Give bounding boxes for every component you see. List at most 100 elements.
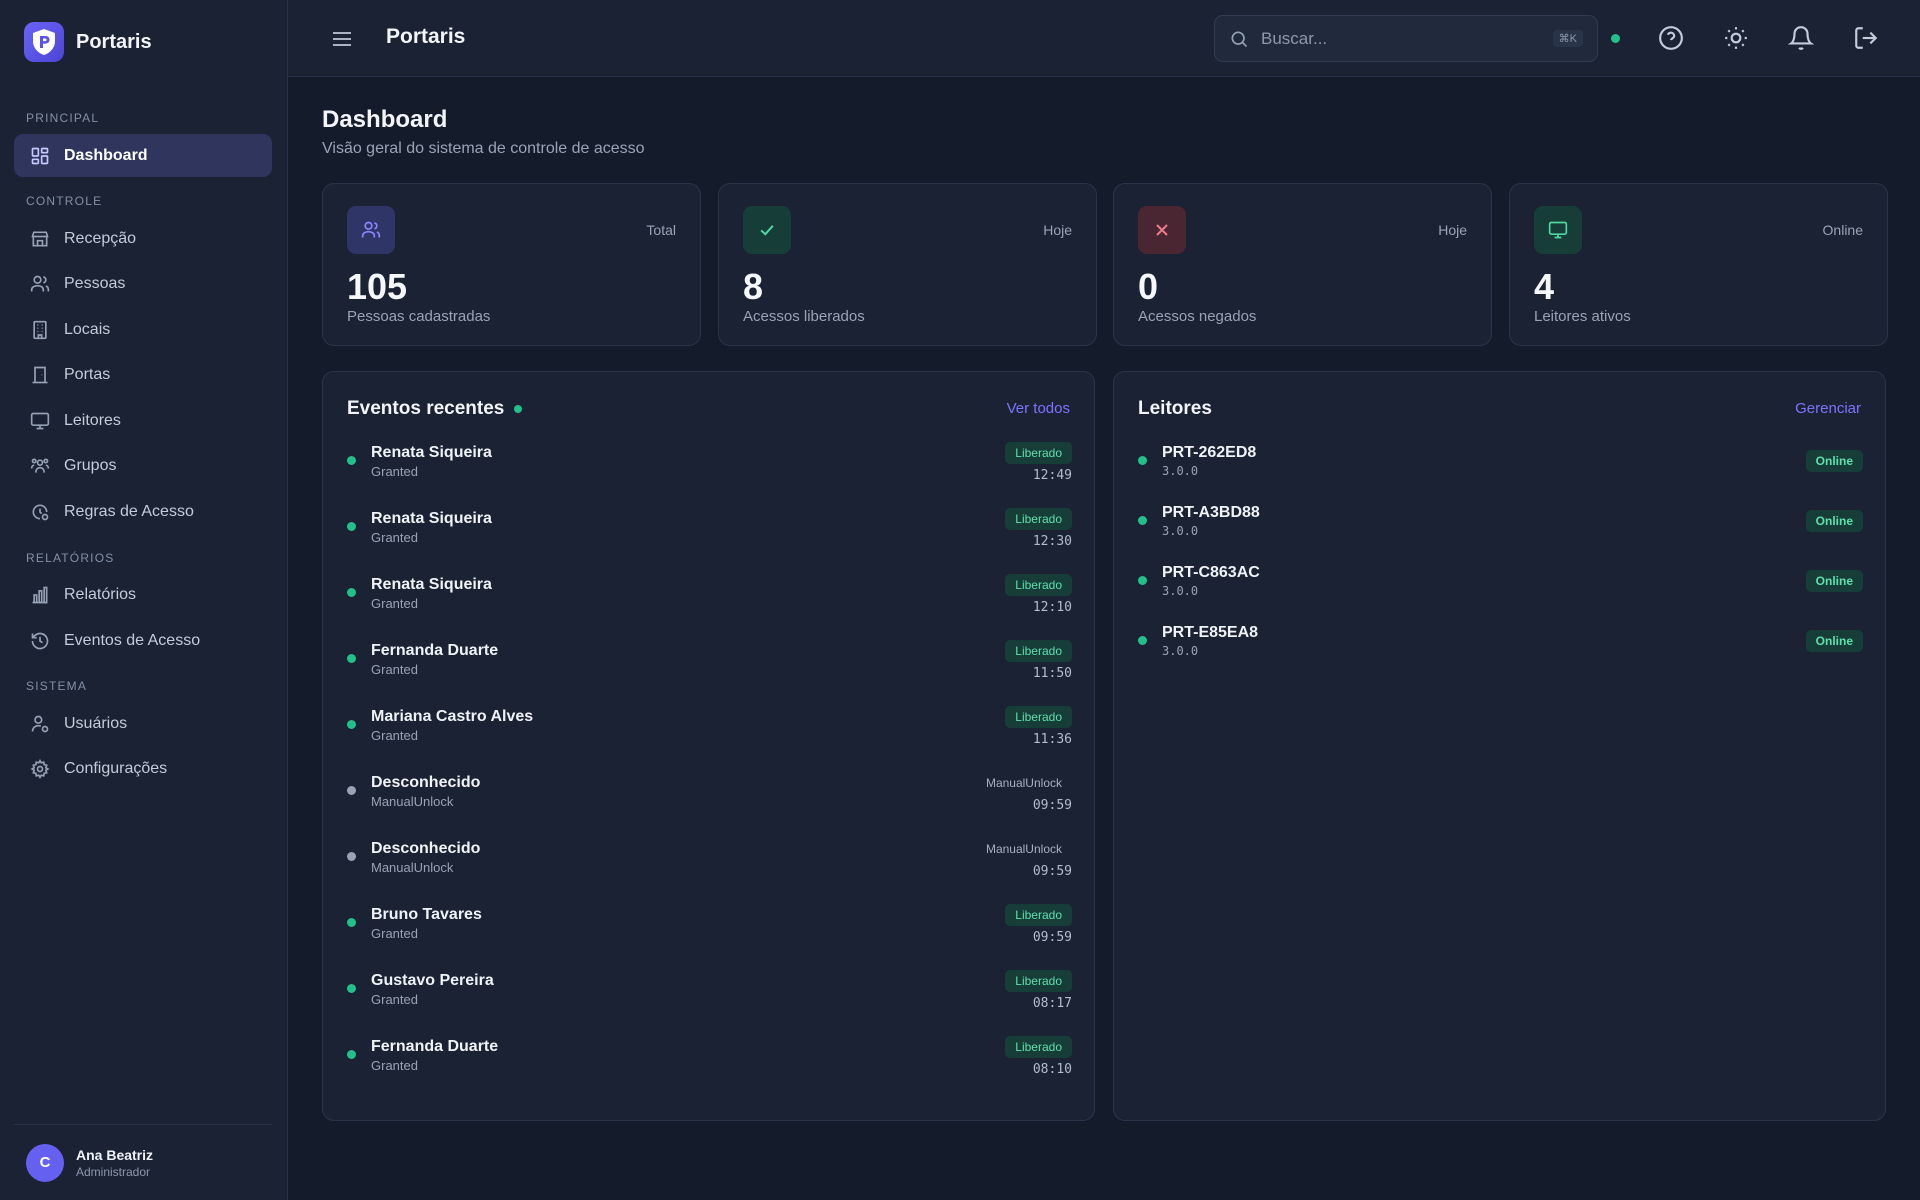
user-profile[interactable]: C Ana Beatriz Administrador: [14, 1124, 272, 1200]
event-row[interactable]: Renata Siqueira Granted Liberado 12:10: [347, 570, 1072, 624]
panel-title: Eventos recentes: [347, 398, 523, 420]
sidebar-item-locais[interactable]: Locais: [14, 308, 272, 351]
event-status-dot: [347, 588, 356, 597]
sidebar-item-pessoas[interactable]: Pessoas: [14, 263, 272, 306]
logout-button[interactable]: [1853, 25, 1879, 51]
event-type: Granted: [371, 662, 418, 677]
event-row[interactable]: Renata Siqueira Granted Liberado 12:30: [347, 504, 1072, 558]
bar-chart-icon: [32, 586, 48, 604]
stat-card-acessos-negados[interactable]: Hoje 0 Acessos negados: [1113, 183, 1492, 346]
search-input[interactable]: [1261, 28, 1553, 49]
sidebar-item-usuarios[interactable]: Usuários: [14, 702, 272, 745]
dashboard-icon: [31, 147, 49, 164]
sidebar-item-label: Locais: [64, 320, 111, 338]
event-time: 09:59: [1032, 930, 1072, 945]
notifications-button[interactable]: [1787, 25, 1815, 51]
group-icon: [30, 458, 50, 474]
brand[interactable]: Portaris: [24, 22, 152, 62]
hamburger-icon: [333, 32, 351, 46]
event-person-name: Mariana Castro Alves: [371, 708, 534, 725]
nav-section-principal: PRINCIPAL: [26, 111, 100, 125]
event-person-name: Renata Siqueira: [371, 444, 492, 461]
help-button[interactable]: [1658, 25, 1684, 51]
sidebar-item-relatorios[interactable]: Relatórios: [14, 574, 272, 617]
event-person-name: Gustavo Pereira: [371, 972, 494, 989]
search-icon: [1231, 31, 1248, 47]
sidebar-item-dashboard[interactable]: Dashboard: [14, 134, 272, 177]
sidebar-item-label: Eventos de Acesso: [64, 631, 201, 649]
recent-events-title: Eventos recentes: [347, 398, 505, 419]
reader-row[interactable]: PRT-C863AC 3.0.0 Online: [1138, 558, 1863, 608]
event-row[interactable]: Desconhecido ManualUnlock ManualUnlock 0…: [347, 834, 1072, 888]
event-status-dot: [347, 1050, 356, 1059]
search-shortcut-hint: ⌘K: [1552, 30, 1583, 47]
event-row[interactable]: Desconhecido ManualUnlock ManualUnlock 0…: [347, 768, 1072, 822]
event-row[interactable]: Fernanda Duarte Granted Liberado 11:50: [347, 636, 1072, 690]
event-row[interactable]: Renata Siqueira Granted Liberado 12:49: [347, 438, 1072, 492]
stat-card-pessoas[interactable]: Total 105 Pessoas cadastradas: [322, 183, 701, 346]
search-box[interactable]: ⌘K: [1214, 15, 1598, 62]
view-all-link[interactable]: Ver todos: [1007, 400, 1070, 417]
reader-status-badge: Online: [1805, 510, 1863, 532]
manage-readers-link[interactable]: Gerenciar: [1795, 400, 1861, 417]
users-icon: [361, 221, 381, 238]
stat-value: 4: [1534, 266, 1555, 307]
theme-toggle-button[interactable]: [1723, 25, 1749, 51]
event-status-badge: Liberado: [1005, 970, 1072, 992]
reader-row[interactable]: PRT-A3BD88 3.0.0 Online: [1138, 498, 1863, 548]
stat-card-leitores-ativos[interactable]: Online 4 Leitores ativos: [1509, 183, 1888, 346]
event-time: 08:10: [1032, 1062, 1072, 1077]
event-time: 09:59: [1032, 864, 1072, 879]
history-icon: [31, 632, 49, 649]
reader-name: PRT-E85EA8: [1162, 624, 1259, 641]
reader-row[interactable]: PRT-E85EA8 3.0.0 Online: [1138, 618, 1863, 668]
stat-tag: Hoje: [1438, 222, 1467, 238]
reader-name: PRT-262ED8: [1162, 444, 1257, 461]
sidebar-item-grupos[interactable]: Grupos: [14, 445, 272, 488]
event-time: 08:17: [1032, 996, 1072, 1011]
user-cog-icon: [31, 715, 49, 732]
event-row[interactable]: Mariana Castro Alves Granted Liberado 11…: [347, 702, 1072, 756]
event-person-name: Fernanda Duarte: [371, 642, 499, 659]
sidebar-item-configuracoes[interactable]: Configurações: [14, 748, 272, 791]
nav-section-controle: CONTROLE: [26, 194, 103, 208]
reader-status-badge: Online: [1805, 630, 1863, 652]
sidebar-item-eventos-de-acesso[interactable]: Eventos de Acesso: [14, 619, 272, 662]
menu-toggle-button[interactable]: [330, 27, 354, 51]
event-row[interactable]: Bruno Tavares Granted Liberado 09:59: [347, 900, 1072, 954]
stat-label: Leitores ativos: [1534, 308, 1631, 325]
sidebar-item-label: Dashboard: [64, 146, 148, 164]
sidebar-item-leitores[interactable]: Leitores: [14, 399, 272, 442]
event-time: 12:30: [1032, 534, 1072, 549]
reader-status-dot: [1138, 456, 1147, 465]
event-time: 11:50: [1032, 666, 1072, 681]
sidebar-item-portas[interactable]: Portas: [14, 354, 272, 397]
stat-tag: Hoje: [1043, 222, 1072, 238]
sidebar-item-label: Leitores: [64, 411, 121, 429]
nav-section-sistema: SISTEMA: [26, 679, 88, 694]
event-time: 09:59: [1032, 798, 1072, 813]
sidebar-item-regras-de-acesso[interactable]: Regras de Acesso: [14, 491, 272, 534]
stat-label: Acessos negados: [1138, 308, 1257, 325]
event-status-badge: Liberado: [1005, 1036, 1072, 1058]
event-row[interactable]: Fernanda Duarte Granted Liberado 08:10: [347, 1032, 1072, 1086]
readers-panel: Leitores Gerenciar PRT-262ED8 3.0.0 Onli…: [1113, 371, 1886, 1121]
sidebar-item-recepcao[interactable]: Recepção: [14, 217, 272, 260]
readers-title: Leitores: [1138, 398, 1212, 419]
page-subtitle: Visão geral do sistema de controle de ac…: [322, 140, 645, 157]
event-row[interactable]: Gustavo Pereira Granted Liberado 08:17: [347, 966, 1072, 1020]
event-status-dot: [347, 654, 356, 663]
sidebar-item-label: Pessoas: [64, 275, 126, 293]
reader-row[interactable]: PRT-262ED8 3.0.0 Online: [1138, 438, 1863, 488]
event-status-badge: Liberado: [1005, 640, 1072, 662]
gear-icon: [30, 759, 50, 780]
stat-value: 105: [347, 266, 408, 307]
event-type: Granted: [371, 596, 418, 611]
help-icon: [1659, 26, 1683, 50]
topbar-title: Portaris: [386, 25, 466, 48]
reader-version: 3.0.0: [1162, 524, 1199, 538]
sidebar-item-label: Recepção: [64, 229, 137, 247]
reader-status-dot: [1138, 576, 1147, 585]
stat-card-acessos-liberados[interactable]: Hoje 8 Acessos liberados: [718, 183, 1097, 346]
recent-events-panel: Eventos recentes Ver todos Renata Siquei…: [322, 371, 1095, 1121]
